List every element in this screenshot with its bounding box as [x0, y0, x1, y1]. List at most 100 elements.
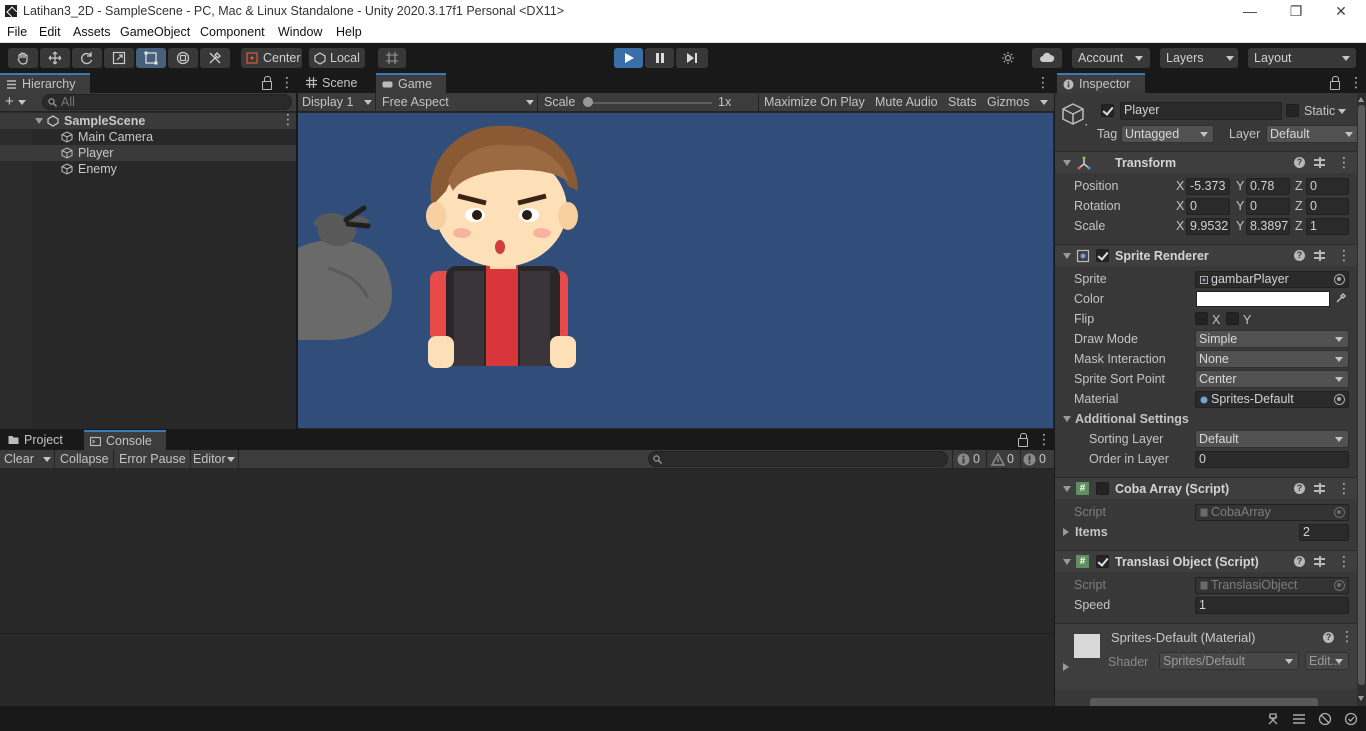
chevron-down-icon[interactable] [18, 100, 26, 105]
info-toggle[interactable]: 0 [952, 450, 986, 469]
error-toggle[interactable]: 0 [1020, 450, 1054, 469]
foldout-icon[interactable] [1063, 253, 1071, 259]
lock-icon[interactable] [1330, 76, 1340, 90]
help-icon[interactable]: ? [1294, 250, 1305, 261]
scale-x-field[interactable]: 9.9532 [1186, 218, 1230, 235]
stats-toggle[interactable]: Stats [948, 95, 977, 109]
transform-tool-icon[interactable] [168, 48, 198, 68]
console-search-input[interactable] [648, 451, 948, 467]
services-icon[interactable] [994, 48, 1022, 68]
chevron-down-icon[interactable] [43, 457, 51, 462]
help-icon[interactable]: ? [1294, 556, 1305, 567]
position-z-field[interactable]: 0 [1306, 178, 1349, 195]
scroll-up-icon[interactable] [1358, 97, 1364, 102]
rotate-tool-icon[interactable] [72, 48, 102, 68]
hierarchy-item-player[interactable]: Player [0, 145, 296, 161]
object-name-field[interactable]: Player [1120, 102, 1282, 120]
inspector-scrollbar[interactable] [1357, 93, 1366, 706]
aspect-dropdown[interactable]: Free Aspect [378, 93, 538, 112]
presets-icon[interactable] [1314, 556, 1325, 567]
grid-snap-icon[interactable] [378, 48, 406, 68]
chevron-down-icon[interactable] [1040, 100, 1048, 105]
presets-icon[interactable] [1314, 483, 1325, 494]
active-checkbox[interactable] [1101, 104, 1114, 117]
lock-icon[interactable] [1018, 433, 1028, 447]
presets-icon[interactable] [1314, 157, 1325, 168]
foldout-icon[interactable] [1063, 559, 1071, 565]
object-picker-icon[interactable] [1334, 274, 1345, 285]
static-checkbox[interactable] [1286, 104, 1299, 117]
mask-interaction-dropdown[interactable]: None [1195, 350, 1349, 368]
object-picker-icon[interactable] [1334, 394, 1345, 405]
scale-slider-track[interactable] [586, 102, 712, 104]
scale-z-field[interactable]: 1 [1306, 218, 1349, 235]
shader-edit-button[interactable]: Edit... [1305, 652, 1349, 670]
help-icon[interactable]: ? [1294, 483, 1305, 494]
lock-icon[interactable] [262, 76, 272, 90]
component-menu-icon[interactable] [1337, 480, 1351, 497]
foldout-icon[interactable] [35, 118, 43, 124]
move-tool-icon[interactable] [40, 48, 70, 68]
shader-dropdown[interactable]: Sprites/Default [1159, 652, 1299, 670]
layer-dropdown[interactable]: Default [1266, 125, 1359, 143]
eyedropper-icon[interactable] [1335, 292, 1347, 304]
help-icon[interactable]: ? [1323, 632, 1334, 643]
add-component-button[interactable] [1090, 698, 1318, 706]
console-split-divider[interactable] [0, 633, 1054, 634]
mute-audio-toggle[interactable]: Mute Audio [875, 95, 938, 109]
coba-array-enabled-checkbox[interactable] [1096, 482, 1109, 495]
rotation-x-field[interactable]: 0 [1186, 198, 1230, 215]
rect-tool-icon[interactable] [136, 48, 166, 68]
transform-header[interactable]: Transform ? [1055, 151, 1357, 173]
more-options-icon[interactable] [1036, 74, 1050, 91]
menu-file[interactable]: File [7, 25, 27, 39]
network-icon[interactable] [1318, 712, 1332, 726]
tab-console[interactable]: Console [84, 430, 166, 450]
more-options-icon[interactable] [1349, 74, 1363, 91]
layers-dropdown[interactable]: Layers [1160, 48, 1238, 68]
scroll-down-icon[interactable] [1358, 696, 1364, 701]
step-button[interactable] [676, 48, 708, 68]
items-size-field[interactable]: 2 [1299, 524, 1349, 541]
scale-slider-thumb[interactable] [583, 97, 593, 107]
translasi-object-header[interactable]: # Translasi Object (Script) ? [1055, 550, 1357, 572]
pivot-center-button[interactable]: Center [241, 48, 302, 68]
foldout-icon[interactable] [1063, 416, 1071, 422]
menu-component[interactable]: Component [200, 25, 265, 39]
debug-icon[interactable] [1266, 712, 1280, 726]
foldout-icon[interactable] [1063, 663, 1069, 671]
chevron-down-icon[interactable] [1338, 109, 1346, 114]
clear-button[interactable]: Clear [0, 450, 55, 469]
component-menu-icon[interactable] [1340, 628, 1354, 645]
sprite-renderer-header[interactable]: Sprite Renderer ? [1055, 244, 1357, 266]
scale-tool-icon[interactable] [104, 48, 134, 68]
sprite-sort-point-dropdown[interactable]: Center [1195, 370, 1349, 388]
play-button[interactable] [614, 48, 643, 68]
component-menu-icon[interactable] [1337, 154, 1351, 171]
hierarchy-item-main-camera[interactable]: Main Camera [0, 129, 296, 145]
hierarchy-search-input[interactable]: All [42, 94, 292, 110]
warning-toggle[interactable]: 0 [986, 450, 1020, 469]
menu-edit[interactable]: Edit [39, 25, 61, 39]
position-x-field[interactable]: -5.373 [1186, 178, 1230, 195]
account-dropdown[interactable]: Account [1072, 48, 1150, 68]
draw-mode-dropdown[interactable]: Simple [1195, 330, 1349, 348]
tab-project[interactable]: Project [2, 430, 76, 450]
tab-inspector[interactable]: Inspector [1057, 73, 1145, 93]
items-label[interactable]: Items [1075, 525, 1108, 539]
tab-game[interactable]: Game [376, 73, 446, 93]
additional-settings-label[interactable]: Additional Settings [1075, 412, 1189, 426]
menu-help[interactable]: Help [336, 25, 362, 39]
gizmos-toggle[interactable]: Gizmos [987, 95, 1029, 109]
maximize-on-play-toggle[interactable]: Maximize On Play [764, 95, 865, 109]
coba-array-header[interactable]: # Coba Array (Script) ? [1055, 477, 1357, 499]
display-dropdown[interactable]: Display 1 [298, 93, 376, 112]
hierarchy-item-enemy[interactable]: Enemy [0, 161, 296, 177]
translasi-enabled-checkbox[interactable] [1096, 555, 1109, 568]
rotation-z-field[interactable]: 0 [1306, 198, 1349, 215]
flip-y-checkbox[interactable] [1226, 312, 1239, 325]
pivot-local-button[interactable]: Local [309, 48, 365, 68]
custom-tools-icon[interactable] [200, 48, 230, 68]
hand-tool-icon[interactable] [8, 48, 38, 68]
position-y-field[interactable]: 0.78 [1246, 178, 1290, 195]
